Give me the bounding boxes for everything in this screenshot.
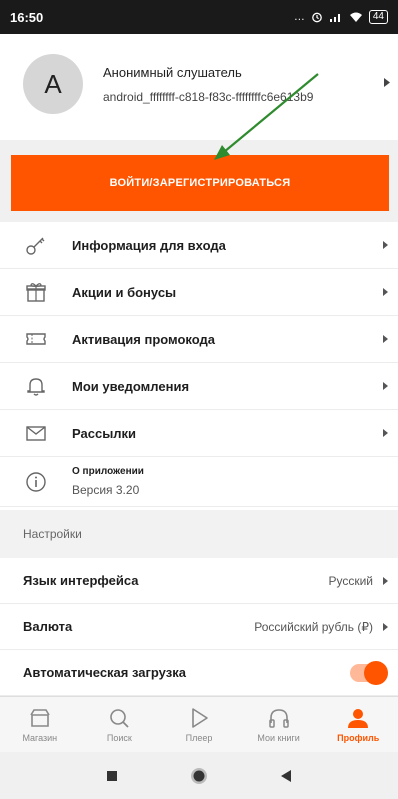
chevron-right-icon (383, 576, 388, 585)
chevron-right-icon (383, 429, 388, 437)
menu-item-label: Мои уведомления (72, 378, 190, 394)
tab-label: Мои книги (257, 732, 300, 743)
tab-label: Профиль (337, 732, 380, 743)
bell-icon (24, 374, 48, 398)
wifi-icon (349, 12, 362, 22)
autoload-toggle[interactable] (350, 660, 388, 685)
menu-item-label: Рассылки (72, 425, 137, 441)
toggle-knob (364, 660, 388, 685)
status-time: 16:50 (10, 9, 44, 25)
search-icon (110, 708, 130, 728)
recents-icon[interactable] (106, 770, 118, 782)
app-version: Версия 3.20 (72, 483, 140, 497)
chevron-right-icon (383, 622, 388, 631)
device-id: android_ffffffff-c818-f83c-ffffffffc6e61… (103, 89, 314, 104)
info-icon (24, 470, 48, 494)
about-title: О приложении (72, 466, 144, 477)
tab-profile[interactable]: Профиль (318, 697, 398, 752)
setting-value: Русский (328, 573, 373, 588)
menu-item-notifications[interactable]: Мои уведомления (0, 363, 398, 410)
menu-item-label: Активация промокода (72, 331, 216, 347)
tab-search[interactable]: Поиск (80, 697, 160, 752)
chevron-right-icon (383, 288, 388, 296)
setting-label: Язык интерфейса (23, 573, 139, 588)
tab-label: Магазин (22, 732, 58, 743)
setting-value: Российский рубль (₽) (254, 619, 373, 634)
login-area: ВОЙТИ/ЗАРЕГИСТРИРОВАТЬСЯ (0, 140, 398, 226)
mail-icon (24, 421, 48, 445)
setting-label: Автоматическая загрузка (23, 665, 186, 680)
battery-indicator: 44 (368, 10, 388, 24)
avatar[interactable]: A (23, 54, 83, 114)
menu-item-newsletters[interactable]: Рассылки (0, 410, 398, 457)
gift-icon (24, 280, 48, 304)
login-register-button[interactable]: ВОЙТИ/ЗАРЕГИСТРИРОВАТЬСЯ (11, 155, 389, 211)
menu-item-label: Информация для входа (72, 237, 226, 253)
setting-autoload: Автоматическая загрузка (0, 650, 398, 696)
play-icon (192, 707, 208, 728)
tab-store[interactable]: Магазин (0, 697, 80, 752)
bottom-tab-bar: Магазин Поиск Плеер Мои книги Профиль (0, 696, 398, 752)
menu-item-login-info[interactable]: Информация для входа (0, 222, 398, 269)
tab-label: Поиск (106, 732, 132, 743)
chevron-right-icon (383, 241, 388, 249)
home-icon[interactable] (190, 767, 208, 785)
alarm-icon (312, 12, 322, 23)
profile-header[interactable]: A Анонимный слушатель android_ffffffff-c… (0, 34, 398, 134)
signal-icon (329, 14, 340, 22)
headphones-icon (268, 708, 289, 728)
setting-language[interactable]: Язык интерфейса Русский (0, 558, 398, 604)
chevron-right-icon (383, 382, 388, 390)
status-bar: 16:50 … 44 (0, 0, 398, 34)
profile-name: Анонимный слушатель (103, 64, 242, 80)
tab-player[interactable]: Плеер (159, 697, 239, 752)
settings-section-header: Настройки (0, 510, 398, 558)
menu-item-promo-activation[interactable]: Активация промокода (0, 316, 398, 363)
tab-my-books[interactable]: Мои книги (239, 697, 319, 752)
chevron-right-icon (383, 335, 388, 343)
chevron-right-icon[interactable] (384, 78, 390, 87)
setting-currency[interactable]: Валюта Российский рубль (₽) (0, 604, 398, 650)
tab-label: Плеер (185, 732, 213, 743)
menu-item-about[interactable]: О приложении Версия 3.20 (0, 457, 398, 507)
key-icon (24, 233, 48, 257)
profile-menu: Информация для входа Акции и бонусы Акти… (0, 222, 398, 507)
store-icon (30, 708, 50, 727)
back-icon[interactable] (280, 769, 292, 782)
menu-item-promotions[interactable]: Акции и бонусы (0, 269, 398, 316)
profile-icon (348, 708, 369, 728)
menu-item-label: Акции и бонусы (72, 284, 177, 300)
system-nav-bar (0, 752, 398, 799)
setting-label: Валюта (23, 619, 73, 634)
status-icons: … 44 (294, 10, 388, 24)
ticket-icon (24, 327, 48, 351)
more-icon: … (293, 11, 305, 23)
